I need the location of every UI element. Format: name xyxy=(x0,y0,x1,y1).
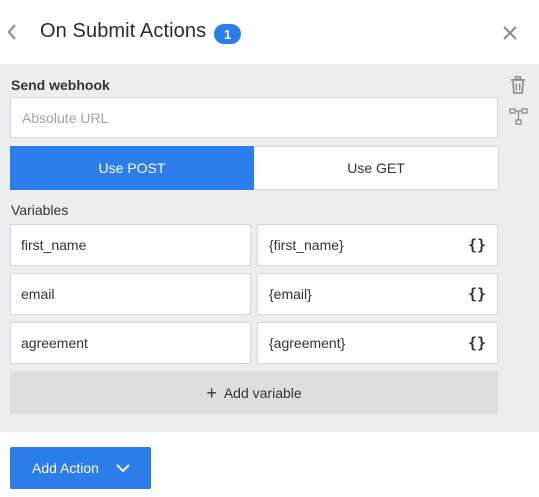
variable-row: email {email} {} xyxy=(10,273,498,315)
insert-field-braces-icon[interactable]: {} xyxy=(467,284,487,304)
flow-structure-button[interactable] xyxy=(509,108,529,128)
panel-header: On Submit Actions 1 xyxy=(0,0,539,64)
variable-row: first_name {first_name} {} xyxy=(10,224,498,266)
webhook-action-panel: Send webhook Use POST Use GET Variables … xyxy=(0,64,539,432)
variable-name-field[interactable]: email xyxy=(10,273,251,315)
back-button[interactable] xyxy=(4,22,20,42)
close-button[interactable] xyxy=(500,23,520,43)
page-title: On Submit Actions xyxy=(40,20,207,42)
plus-icon: + xyxy=(206,382,217,403)
add-variable-label: Add variable xyxy=(223,384,302,401)
webhook-url-input[interactable] xyxy=(10,97,498,138)
variable-value-text: {agreement} xyxy=(269,335,346,351)
variable-value-field[interactable]: {first_name} {} xyxy=(257,224,498,266)
use-get-button[interactable]: Use GET xyxy=(254,146,499,190)
variable-value-field[interactable]: {email} {} xyxy=(257,273,498,315)
close-icon xyxy=(503,26,517,40)
variable-row: agreement {agreement} {} xyxy=(10,322,498,364)
use-post-button[interactable]: Use POST xyxy=(10,146,254,190)
actions-count-badge: 1 xyxy=(214,24,241,44)
add-action-label: Add Action xyxy=(32,460,99,476)
tree-icon xyxy=(509,108,528,125)
delete-action-button[interactable] xyxy=(510,75,528,96)
chevron-down-icon xyxy=(116,464,130,473)
action-type-label: Send webhook xyxy=(11,77,110,93)
variable-value-field[interactable]: {agreement} {} xyxy=(257,322,498,364)
insert-field-braces-icon[interactable]: {} xyxy=(467,235,487,255)
variable-name-field[interactable]: agreement xyxy=(10,322,251,364)
variable-name-field[interactable]: first_name xyxy=(10,224,251,266)
add-action-button[interactable]: Add Action xyxy=(10,447,151,489)
http-method-toggle: Use POST Use GET xyxy=(10,146,499,190)
variable-value-text: {first_name} xyxy=(269,237,344,253)
variable-value-text: {email} xyxy=(269,286,312,302)
variables-label: Variables xyxy=(11,202,69,218)
add-variable-button[interactable]: + Add variable xyxy=(10,371,498,414)
trash-icon xyxy=(511,75,525,94)
insert-field-braces-icon[interactable]: {} xyxy=(467,333,487,353)
chevron-left-icon xyxy=(7,24,16,40)
